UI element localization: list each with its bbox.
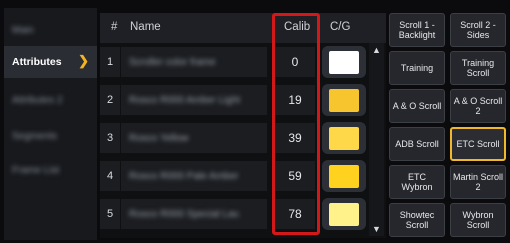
- scroll-down-icon[interactable]: ▼: [369, 222, 384, 236]
- row-name[interactable]: Rosco R000 Pale Amber: [121, 161, 267, 191]
- app-window: Main Attributes ❯ Attributes 2 Segments …: [0, 0, 510, 243]
- sidebar-item-label: Frame List: [12, 164, 60, 176]
- row-index: 5: [100, 199, 120, 229]
- table-row[interactable]: 4 Rosco R000 Pale Amber 59: [100, 158, 370, 194]
- sidebar-item-frame-list[interactable]: Frame List: [4, 154, 97, 186]
- sidebar-item-attributes-2[interactable]: Attributes 2: [4, 84, 97, 116]
- column-header-index: #: [111, 21, 118, 33]
- row-index: 1: [100, 47, 120, 77]
- row-name[interactable]: Rosco Yellow: [121, 123, 267, 153]
- sidebar-item-main[interactable]: Main: [4, 14, 97, 46]
- table-scrollbar[interactable]: ▲ ▼: [369, 43, 384, 236]
- button-training[interactable]: Training: [389, 51, 445, 85]
- sidebar-item-label: Main: [12, 24, 34, 36]
- button-ao-scroll-2[interactable]: A & O Scroll 2: [450, 89, 506, 123]
- button-wybron-scroll[interactable]: Wybron Scroll: [450, 203, 506, 237]
- sidebar-item-label: Attributes 2: [12, 94, 63, 106]
- row-color-swatch[interactable]: [322, 46, 366, 78]
- row-index: 4: [100, 161, 120, 191]
- button-training-scroll[interactable]: Training Scroll: [450, 51, 506, 85]
- button-adb-scroll[interactable]: ADB Scroll: [389, 127, 445, 161]
- row-color-swatch[interactable]: [322, 198, 366, 230]
- sidebar: Main Attributes ❯ Attributes 2 Segments …: [4, 8, 97, 240]
- row-name[interactable]: Scroller color frame: [121, 47, 267, 77]
- button-showtec-scroll[interactable]: Showtec Scroll: [389, 203, 445, 237]
- row-color-swatch[interactable]: [322, 122, 366, 154]
- button-scroll-2-sides[interactable]: Scroll 2 - Sides: [450, 13, 506, 47]
- scroll-up-icon[interactable]: ▲: [369, 43, 384, 57]
- button-scroll-1-backlight[interactable]: Scroll 1 - Backlight: [389, 13, 445, 47]
- row-index: 2: [100, 85, 120, 115]
- button-ao-scroll[interactable]: A & O Scroll: [389, 89, 445, 123]
- table-row[interactable]: 1 Scroller color frame 0: [100, 44, 370, 80]
- button-etc-scroll[interactable]: ETC Scroll: [450, 127, 506, 161]
- row-color-swatch[interactable]: [322, 160, 366, 192]
- sidebar-item-label: Attributes: [12, 56, 62, 68]
- table-header: # Name Calib C/G: [100, 13, 386, 43]
- sidebar-item-segments[interactable]: Segments: [4, 120, 97, 152]
- column-header-name: Name: [130, 21, 161, 33]
- column-header-cg: C/G: [330, 21, 351, 33]
- button-martin-scroll-2[interactable]: Martin Scroll 2: [450, 165, 506, 199]
- table-row[interactable]: 2 Rosco R000 Amber Light 19: [100, 82, 370, 118]
- sidebar-item-label: Segments: [12, 130, 58, 142]
- chevron-right-icon: ❯: [78, 53, 89, 68]
- button-etc-wybron[interactable]: ETC Wybron: [389, 165, 445, 199]
- row-name[interactable]: Rosco R000 Special Lav.: [121, 199, 267, 229]
- frame-table: # Name Calib C/G 1 Scroller color frame …: [100, 13, 386, 238]
- row-color-swatch[interactable]: [322, 84, 366, 116]
- scroll-button-grid: Scroll 1 - Backlight Scroll 2 - Sides Tr…: [389, 13, 507, 237]
- row-name[interactable]: Rosco R000 Amber Light: [121, 85, 267, 115]
- calib-column-highlight: [272, 13, 320, 235]
- sidebar-item-attributes[interactable]: Attributes ❯: [4, 46, 97, 78]
- row-index: 3: [100, 123, 120, 153]
- table-row[interactable]: 3 Rosco Yellow 39: [100, 120, 370, 156]
- table-row[interactable]: 5 Rosco R000 Special Lav. 78: [100, 196, 370, 232]
